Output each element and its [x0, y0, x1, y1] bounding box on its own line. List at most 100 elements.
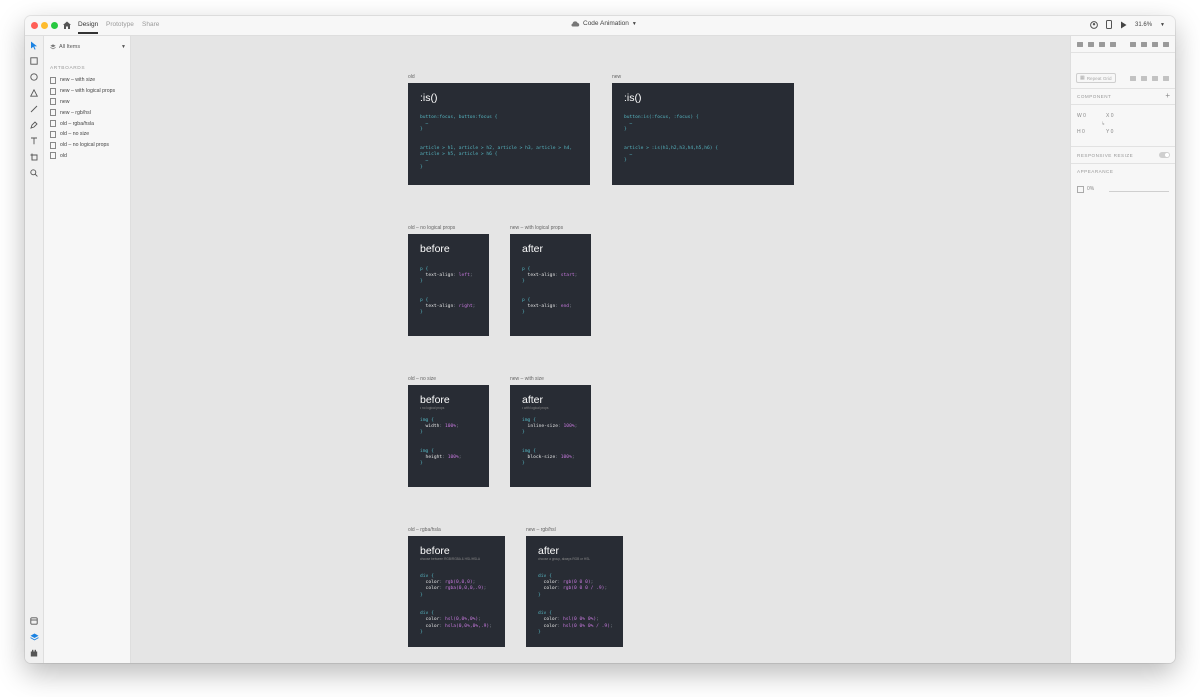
artboard-label-old-no-size[interactable]: old – no size	[408, 376, 436, 382]
rectangle-tool-icon[interactable]	[29, 56, 39, 66]
plugins-icon[interactable]	[29, 648, 39, 658]
design-canvas[interactable]: old :is() button:focus, button:focus { ……	[131, 36, 1070, 663]
height-field[interactable]: H 0	[1077, 129, 1085, 135]
line-tool-icon[interactable]	[29, 104, 39, 114]
y-field[interactable]: Y 0	[1106, 129, 1113, 135]
ellipse-tool-icon[interactable]	[29, 72, 39, 82]
zoom-level[interactable]: 31.6%	[1135, 22, 1152, 28]
list-item[interactable]: new – with logical props	[50, 86, 128, 97]
artboard-label-old-rgba-hsla[interactable]: old – rgba/hsla	[408, 527, 441, 533]
width-value: 0	[1083, 113, 1086, 119]
repeat-grid-button[interactable]: ▦ Repeat Grid	[1076, 73, 1116, 83]
play-icon[interactable]	[1120, 21, 1127, 29]
divider	[1071, 88, 1175, 89]
artboard-icon	[50, 130, 56, 138]
width-label: W	[1077, 113, 1082, 119]
artboard-old-no-size[interactable]: before • no logical props img { width: 1…	[408, 385, 489, 487]
layers-icon[interactable]	[29, 632, 39, 642]
polygon-tool-icon[interactable]	[29, 88, 39, 98]
artboard-label-old[interactable]: old	[408, 74, 415, 80]
artboard-old-no-logical-props[interactable]: before p { text-align: left; } p { text-…	[408, 234, 489, 336]
titlebar-right-controls: 31.6% ▼	[1090, 20, 1165, 29]
tab-prototype[interactable]: Prototype	[106, 21, 134, 28]
artboard-old-rgba-hsla[interactable]: before choose between RGB/RGBA & HSL/HSL…	[408, 536, 505, 647]
height-value: 0	[1082, 129, 1085, 135]
artboard-title: after	[522, 394, 544, 406]
align-center-icon[interactable]	[1088, 42, 1094, 47]
divider	[1071, 163, 1175, 164]
divider	[1071, 52, 1175, 53]
home-icon[interactable]	[62, 20, 72, 30]
subtract-icon[interactable]	[1141, 76, 1147, 81]
component-label: COMPONENT	[1077, 94, 1112, 99]
text-tool-icon[interactable]	[29, 136, 39, 146]
layer-filter-label: All Items	[59, 44, 81, 50]
repeat-grid-label: Repeat Grid	[1086, 75, 1112, 81]
link-dimensions-icon[interactable]: ↳	[1101, 121, 1105, 127]
list-item[interactable]: old – rgba/hsla	[50, 118, 128, 129]
width-field[interactable]: W 0	[1077, 113, 1086, 119]
artboard-title: :is()	[624, 92, 642, 104]
align-middle-icon[interactable]	[1130, 42, 1136, 47]
artboard-title: after	[522, 243, 544, 255]
artboard-icon	[50, 141, 56, 149]
artboard-label-new-with-logical-props[interactable]: new – with logical props	[510, 225, 563, 231]
list-item[interactable]: old – no size	[50, 129, 128, 140]
layer-item-label: old – rgba/hsla	[60, 120, 95, 127]
responsive-resize-toggle[interactable]	[1159, 152, 1170, 158]
opacity-slider[interactable]	[1109, 191, 1169, 192]
artboard-label-old-no-logical-props[interactable]: old – no logical props	[408, 225, 455, 231]
artboard-new[interactable]: :is() button:is(:focus, :focus) { … } ar…	[612, 83, 794, 185]
mobile-preview-icon[interactable]	[1106, 20, 1113, 29]
list-item[interactable]: new	[50, 97, 128, 108]
add-component-icon[interactable]: +	[1165, 91, 1170, 100]
union-icon[interactable]	[1130, 76, 1136, 81]
grid-icon: ▦	[1080, 75, 1085, 81]
align-bottom-icon[interactable]	[1141, 42, 1147, 47]
distribute-horizontal-icon[interactable]	[1152, 42, 1158, 47]
boolean-toolbar	[1130, 76, 1169, 81]
artboard-label-new[interactable]: new	[612, 74, 621, 80]
list-item[interactable]: old – no logical props	[50, 140, 128, 151]
artboard-label-new-with-size[interactable]: new – with size	[510, 376, 544, 382]
exclude-icon[interactable]	[1163, 76, 1169, 81]
select-tool-icon[interactable]	[29, 40, 39, 50]
tab-share[interactable]: Share	[142, 21, 159, 28]
layer-filter-dropdown[interactable]: All Items ▼	[50, 42, 126, 52]
list-item[interactable]: old	[50, 151, 128, 162]
x-label: X	[1106, 113, 1110, 119]
property-inspector: ▦ Repeat Grid COMPONENT + W 0 X 0 H 0 Y …	[1070, 36, 1175, 663]
minimize-window-button[interactable]	[41, 22, 48, 29]
artboard-label-new-rgb-hsl[interactable]: new – rgb/hsl	[526, 527, 556, 533]
distribute-vertical-icon[interactable]	[1163, 42, 1169, 47]
artboard-new-with-logical-props[interactable]: after p { text-align: start; } p { text-…	[510, 234, 591, 336]
artboards-section-label: ARTBOARDS	[50, 66, 86, 71]
align-top-icon[interactable]	[1110, 42, 1116, 47]
artboard-subtitle: • no logical props	[420, 406, 445, 410]
chevron-down-icon[interactable]: ▼	[1160, 22, 1165, 28]
align-right-icon[interactable]	[1099, 42, 1105, 47]
tab-design[interactable]: Design	[78, 21, 99, 34]
pen-tool-icon[interactable]	[29, 120, 39, 130]
document-title-text: Code Animation	[583, 20, 629, 27]
align-left-icon[interactable]	[1077, 42, 1083, 47]
artboard-icon	[50, 120, 56, 128]
artboard-new-rgb-hsl[interactable]: after choose a group, always RGB or HSL …	[526, 536, 623, 647]
zoom-tool-icon[interactable]	[29, 168, 39, 178]
close-window-button[interactable]	[31, 22, 38, 29]
document-title[interactable]: Code Animation ▼	[570, 20, 637, 27]
artboard-tool-icon[interactable]	[29, 152, 39, 162]
tool-rail	[25, 36, 44, 663]
list-item[interactable]: new – with size	[50, 75, 128, 86]
opacity-value[interactable]: 0%	[1087, 186, 1094, 192]
artboard-new-with-size[interactable]: after • with logical props img { inline-…	[510, 385, 591, 487]
list-item[interactable]: new – rgb/hsl	[50, 107, 128, 118]
artboard-old[interactable]: :is() button:focus, button:focus { … } a…	[408, 83, 590, 185]
artboard-title: after	[538, 545, 560, 557]
chevron-down-icon: ▼	[121, 44, 126, 50]
assets-icon[interactable]	[29, 616, 39, 626]
x-field[interactable]: X 0	[1106, 113, 1114, 119]
zoom-window-button[interactable]	[51, 22, 58, 29]
intersect-icon[interactable]	[1152, 76, 1158, 81]
user-icon[interactable]	[1090, 20, 1098, 29]
